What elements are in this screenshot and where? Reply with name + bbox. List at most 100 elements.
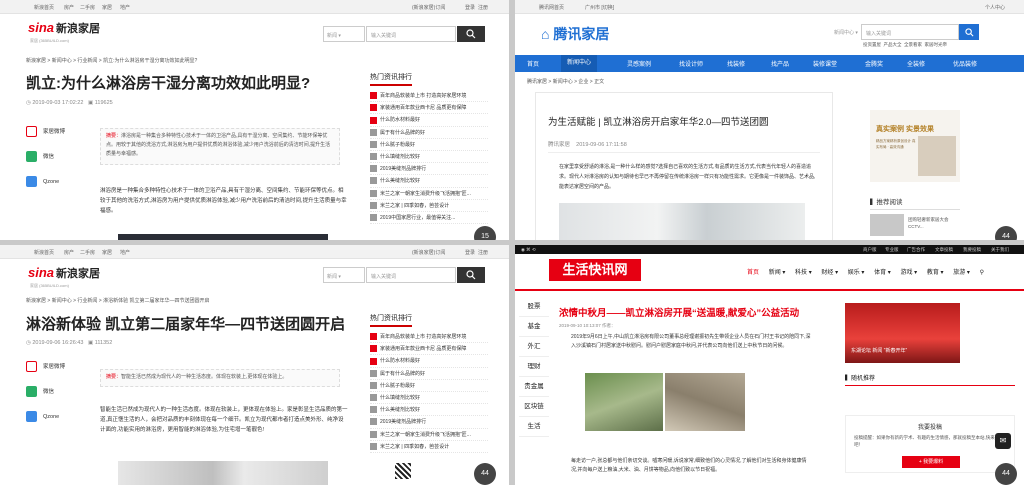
contribute-button[interactable]: + 我要爆料	[902, 456, 960, 468]
search-button[interactable]	[457, 267, 485, 283]
nav-item[interactable]: 财经 ▾	[821, 270, 838, 276]
search-button[interactable]	[959, 24, 979, 40]
hot-news-item[interactable]: 百年商品软装单上市 打造高好家居环境	[370, 90, 488, 103]
search-icon[interactable]: ⚲	[980, 270, 984, 276]
hot-news-item[interactable]: 什么美缝剂比较好	[370, 404, 488, 417]
register-link[interactable]: 注册	[478, 4, 488, 11]
topbar-link[interactable]: 家居	[102, 249, 112, 256]
search-category-select[interactable]: 新闻 ▾	[323, 26, 365, 42]
share-qzone[interactable]: Qzone	[26, 405, 65, 430]
recommend-text[interactable]: 团购轻奢新家居大会 CCTV...	[908, 216, 962, 230]
search-category-select[interactable]: 新闻 ▾	[323, 267, 365, 283]
nav-item[interactable]: 装修课堂	[813, 59, 837, 68]
nav-item[interactable]: 全装修	[907, 59, 925, 68]
sub-link[interactable]: 产品大全	[884, 42, 902, 47]
topbar-link[interactable]: 家居	[102, 4, 112, 11]
share-wechat[interactable]: 微信	[26, 380, 65, 405]
topbar-link[interactable]: 专业版	[885, 247, 899, 253]
nav-item[interactable]: 游戏 ▾	[900, 270, 917, 276]
nav-item[interactable]: 旅游 ▾	[953, 270, 970, 276]
scroll-badge[interactable]: 44	[474, 463, 496, 485]
nav-item[interactable]: 优品装修	[953, 59, 977, 68]
site-logo[interactable]: 生活快讯网	[549, 259, 641, 281]
category-item[interactable]: 外汇	[519, 337, 549, 357]
nav-item[interactable]: 娱乐 ▾	[848, 270, 865, 276]
share-wechat[interactable]: 微信	[26, 145, 65, 170]
topbar-link[interactable]: 房产	[64, 4, 74, 11]
login-link[interactable]: 登录	[465, 249, 475, 256]
topbar-link[interactable]: 地产	[120, 4, 130, 11]
hot-news-item[interactable]: 米兰之家 | 四季如春，芭芸设计	[370, 200, 488, 212]
scroll-badge[interactable]: 44	[995, 226, 1017, 240]
hot-news-item[interactable]: 家装通用百年款业西卡尼 品质更有保障	[370, 102, 488, 115]
hot-news-item[interactable]: 米兰之家一朝家生消费升级飞活拥抱“匠...	[370, 188, 488, 200]
search-button[interactable]	[457, 26, 485, 42]
topbar-link[interactable]: 新浪首页	[34, 4, 54, 11]
topbar-link[interactable]: 二手房	[80, 4, 95, 11]
hot-news-item[interactable]: 米兰之家一朝家生消费升级飞活拥抱“匠...	[370, 429, 488, 441]
chat-icon[interactable]: ✉	[995, 433, 1011, 449]
qq-home-link[interactable]: 腾讯网首页	[539, 4, 564, 11]
nav-item[interactable]: 新闻 ▾	[769, 270, 786, 276]
category-item[interactable]: 生活	[519, 417, 549, 437]
share-qzone[interactable]: Qzone	[26, 170, 65, 195]
hot-news-item[interactable]: 什么填缝剂比较好	[370, 392, 488, 405]
nav-item[interactable]: 教育 ▾	[927, 270, 944, 276]
nav-item[interactable]: 首页	[527, 59, 539, 68]
hot-news-item[interactable]: 2019中国家居行业，最值得关注...	[370, 212, 488, 225]
sub-link[interactable]: 全景看家	[904, 42, 922, 47]
category-item[interactable]: 理财	[519, 357, 549, 377]
search-input[interactable]: 输入关键词	[366, 26, 456, 42]
nav-item[interactable]: 找产品	[771, 59, 789, 68]
sub-link[interactable]: 投资置屋	[863, 42, 881, 47]
hot-news-item[interactable]: 什么防水材料最好	[370, 114, 488, 127]
hot-news-item[interactable]: 什么腻子粉最好	[370, 380, 488, 392]
category-item[interactable]: 区块链	[519, 397, 549, 417]
sina-logo[interactable]: sina 新浪家居	[28, 265, 100, 281]
scroll-badge[interactable]: 44	[995, 463, 1017, 485]
hot-news-item[interactable]: 2019美缝剂品牌排行	[370, 163, 488, 176]
nav-item[interactable]: 体育 ▾	[874, 270, 891, 276]
login-link[interactable]: 登录	[465, 4, 475, 11]
topbar-link[interactable]: 文章投稿	[935, 247, 953, 253]
search-input[interactable]: 输入关键词	[366, 267, 456, 283]
hot-news-item[interactable]: 百年商品软装单上市 打造高好家居环境	[370, 331, 488, 344]
scroll-badge[interactable]: 15	[474, 226, 496, 240]
subscribe-link[interactable]: (新浪家居)订阅	[412, 249, 445, 256]
hot-news-item[interactable]: 2019美缝剂品牌排行	[370, 416, 488, 429]
category-item[interactable]: 股票	[519, 297, 549, 317]
hot-news-item[interactable]: 米兰之家 | 四季如春，芭芸设计	[370, 441, 488, 453]
recommend-thumb[interactable]	[870, 214, 904, 236]
topbar-link[interactable]: 新浪首页	[34, 249, 54, 256]
hot-news-item[interactable]: 家装通用百年款业西卡尼 品质更有保障	[370, 343, 488, 356]
topbar-link[interactable]: 二手房	[80, 249, 95, 256]
category-item[interactable]: 贵金属	[519, 377, 549, 397]
search-input[interactable]: 输入关键词	[861, 24, 959, 40]
hot-news-item[interactable]: 属于有什么品牌的好	[370, 368, 488, 380]
topbar-link[interactable]: 广告合作	[907, 247, 925, 253]
topbar-link[interactable]: 商户版	[863, 247, 877, 253]
side-ad-banner[interactable]: 真实案例 实景效果 精品方案精析原创设计 真实布局 · 高效沟通	[870, 110, 960, 182]
hot-news-item[interactable]: 什么美缝剂比较好	[370, 175, 488, 188]
subscribe-link[interactable]: (新浪家居)订阅	[412, 4, 445, 11]
share-weibo[interactable]: 家居微博	[26, 355, 65, 380]
nav-item[interactable]: 灵感案例	[627, 59, 651, 68]
topbar-link[interactable]: 房产	[64, 249, 74, 256]
hot-news-item[interactable]: 属于有什么品牌的好	[370, 127, 488, 139]
topbar-link[interactable]: 我要投稿	[963, 247, 981, 253]
nav-item[interactable]: 金腾奖	[865, 59, 883, 68]
user-center-link[interactable]: 个人中心	[985, 4, 1005, 11]
sub-link[interactable]: 家居时光帝	[925, 42, 948, 47]
nav-item[interactable]: 找装修	[727, 59, 745, 68]
share-weibo[interactable]: 家居微博	[26, 120, 65, 145]
nav-item-active[interactable]: 首页	[747, 270, 759, 276]
topbar-link[interactable]: 关于我们	[991, 247, 1009, 253]
right-banner-image[interactable]: 东湖论坛 新闻 “新春开年”	[845, 303, 960, 363]
category-item[interactable]: 基金	[519, 317, 549, 337]
qq-logo[interactable]: ⌂ 腾讯家居	[541, 24, 609, 44]
location-select[interactable]: 广州市 [切换]	[585, 4, 614, 11]
hot-news-item[interactable]: 什么填缝剂比较好	[370, 151, 488, 164]
nav-item-active[interactable]: 新闻中心	[561, 55, 598, 72]
nav-item[interactable]: 找设计师	[679, 59, 703, 68]
topbar-link[interactable]: 地产	[120, 249, 130, 256]
